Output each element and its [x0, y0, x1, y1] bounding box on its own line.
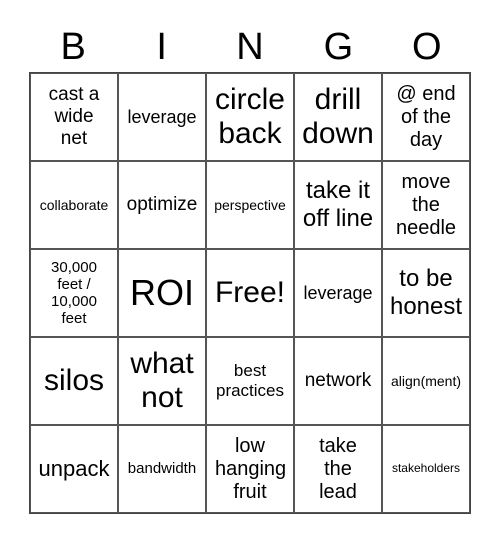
- bingo-cell[interactable]: Free!: [206, 249, 294, 337]
- bingo-cell-text: Free!: [214, 275, 286, 309]
- bingo-cell-text: what not: [130, 346, 194, 415]
- header-letter-n: N: [236, 26, 264, 68]
- bingo-cell[interactable]: circle back: [206, 73, 294, 161]
- bingo-grid: cast a wide net leverage circle back drill …: [29, 72, 471, 514]
- bingo-cell-text: circle back: [214, 82, 285, 151]
- bingo-cell[interactable]: collaborate: [30, 161, 118, 249]
- bingo-cell-text: take it off line: [302, 177, 374, 232]
- bingo-cell[interactable]: bandwidth: [118, 425, 206, 513]
- bingo-cell[interactable]: take it off line: [294, 161, 382, 249]
- bingo-cell[interactable]: move the needle: [382, 161, 470, 249]
- bingo-cell[interactable]: align(ment): [382, 337, 470, 425]
- bingo-cell[interactable]: network: [294, 337, 382, 425]
- bingo-cell-text: cast a wide net: [48, 84, 100, 149]
- bingo-cell-text: silos: [43, 363, 104, 397]
- bingo-cell-text: leverage: [127, 106, 197, 127]
- bingo-cell[interactable]: best practices: [206, 337, 294, 425]
- bingo-cell-text: perspective: [214, 196, 286, 213]
- bingo-cell[interactable]: drill down: [294, 73, 382, 161]
- bingo-cell[interactable]: perspective: [206, 161, 294, 249]
- bingo-cell-text: stakeholders: [391, 461, 461, 476]
- bingo-cell-text: optimize: [126, 194, 198, 216]
- bingo-cell[interactable]: unpack: [30, 425, 118, 513]
- bingo-cell[interactable]: low hanging fruit: [206, 425, 294, 513]
- header-letter-g: G: [323, 26, 354, 68]
- header-letter-b: B: [60, 26, 86, 68]
- bingo-cell[interactable]: stakeholders: [382, 425, 470, 513]
- bingo-cell[interactable]: ROI: [118, 249, 206, 337]
- bingo-cell[interactable]: leverage: [118, 73, 206, 161]
- bingo-cell-text: take the lead: [319, 434, 357, 503]
- bingo-cell-text: best practices: [215, 361, 285, 400]
- bingo-cell-text: bandwidth: [127, 460, 197, 478]
- bingo-header: B I N G O: [29, 24, 471, 70]
- bingo-cell-text: collaborate: [39, 196, 109, 213]
- bingo-cell-text: unpack: [38, 456, 110, 482]
- bingo-cell[interactable]: what not: [118, 337, 206, 425]
- bingo-cell[interactable]: optimize: [118, 161, 206, 249]
- bingo-cell[interactable]: to be honest: [382, 249, 470, 337]
- bingo-cell-text: leverage: [303, 282, 373, 303]
- bingo-cell[interactable]: leverage: [294, 249, 382, 337]
- bingo-cell-text: to be honest: [389, 265, 463, 320]
- bingo-cell[interactable]: take the lead: [294, 425, 382, 513]
- bingo-cell-text: move the needle: [396, 170, 457, 239]
- bingo-cell-text: align(ment): [390, 372, 462, 389]
- bingo-cell-text: drill down: [302, 82, 374, 151]
- bingo-cell[interactable]: 30,000 feet / 10,000 feet: [30, 249, 118, 337]
- bingo-cell[interactable]: silos: [30, 337, 118, 425]
- bingo-cell-text: 30,000 feet / 10,000 feet: [51, 258, 97, 328]
- bingo-cell-text: network: [304, 370, 372, 392]
- bingo-cell-text: @ end of the day: [396, 82, 456, 151]
- bingo-cell-text: ROI: [129, 272, 194, 314]
- header-letter-i: I: [156, 26, 167, 68]
- header-letter-o: O: [412, 26, 442, 68]
- bingo-cell-text: low hanging fruit: [215, 434, 287, 503]
- bingo-cell[interactable]: @ end of the day: [382, 73, 470, 161]
- bingo-cell[interactable]: cast a wide net: [30, 73, 118, 161]
